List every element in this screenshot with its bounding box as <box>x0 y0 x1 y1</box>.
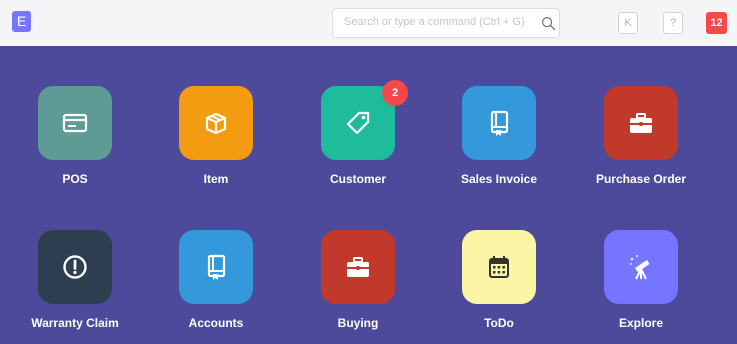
tile-label[interactable]: Item <box>136 172 296 186</box>
tile-todo[interactable]: ToDo <box>429 230 569 344</box>
tile-sales-invoice[interactable]: Sales Invoice <box>429 86 569 216</box>
calendar-icon <box>489 256 509 278</box>
tile-label[interactable]: Customer <box>278 172 438 186</box>
search-input[interactable]: Search or type a command (Ctrl + G) <box>344 16 525 28</box>
box-icon <box>205 112 227 135</box>
exclamation-circle-icon <box>63 255 87 279</box>
book-icon <box>207 254 226 280</box>
briefcase-icon <box>630 113 652 133</box>
book-icon <box>490 110 509 136</box>
app-logo[interactable]: E <box>12 11 31 32</box>
notifications-button[interactable]: 12 <box>706 12 727 34</box>
search-bar[interactable]: Search or type a command (Ctrl + G) <box>332 8 560 38</box>
tile-label[interactable]: Accounts <box>136 316 296 330</box>
tile-purchase-order[interactable]: Purchase Order <box>571 86 711 216</box>
tile-explore[interactable]: Explore <box>571 230 711 344</box>
briefcase-icon <box>347 257 369 277</box>
keyboard-shortcuts-button[interactable]: K <box>618 12 638 34</box>
tile-buying[interactable]: Buying <box>288 230 428 344</box>
tile-icon-item[interactable] <box>179 86 253 160</box>
tile-icon-sales-invoice[interactable] <box>462 86 536 160</box>
credit-card-icon <box>62 113 88 133</box>
help-button[interactable]: ? <box>663 12 683 34</box>
tile-icon-pos[interactable] <box>38 86 112 160</box>
notification-badge: 2 <box>382 80 408 106</box>
tile-label[interactable]: Purchase Order <box>561 172 721 186</box>
tile-warranty-claim[interactable]: Warranty Claim <box>5 230 145 344</box>
tile-icon-todo[interactable] <box>462 230 536 304</box>
tag-icon <box>346 111 370 135</box>
tile-item[interactable]: Item <box>146 86 286 216</box>
tile-icon-buying[interactable] <box>321 230 395 304</box>
tile-icon-accounts[interactable] <box>179 230 253 304</box>
tile-customer[interactable]: 2 Customer <box>288 80 428 216</box>
search-icon[interactable] <box>541 16 556 31</box>
tile-icon-warranty-claim[interactable] <box>38 230 112 304</box>
tile-label[interactable]: Buying <box>278 316 438 330</box>
telescope-icon <box>630 255 650 280</box>
tile-icon-purchase-order[interactable] <box>604 86 678 160</box>
tile-icon-explore[interactable] <box>604 230 678 304</box>
tile-label[interactable]: ToDo <box>419 316 579 330</box>
tile-label[interactable]: Warranty Claim <box>0 316 155 330</box>
tile-accounts[interactable]: Accounts <box>146 230 286 344</box>
tile-pos[interactable]: POS <box>5 86 145 216</box>
tile-label[interactable]: Explore <box>561 316 721 330</box>
tile-label[interactable]: POS <box>0 172 155 186</box>
top-navbar: E Search or type a command (Ctrl + G) K … <box>0 0 737 46</box>
tile-label[interactable]: Sales Invoice <box>419 172 579 186</box>
